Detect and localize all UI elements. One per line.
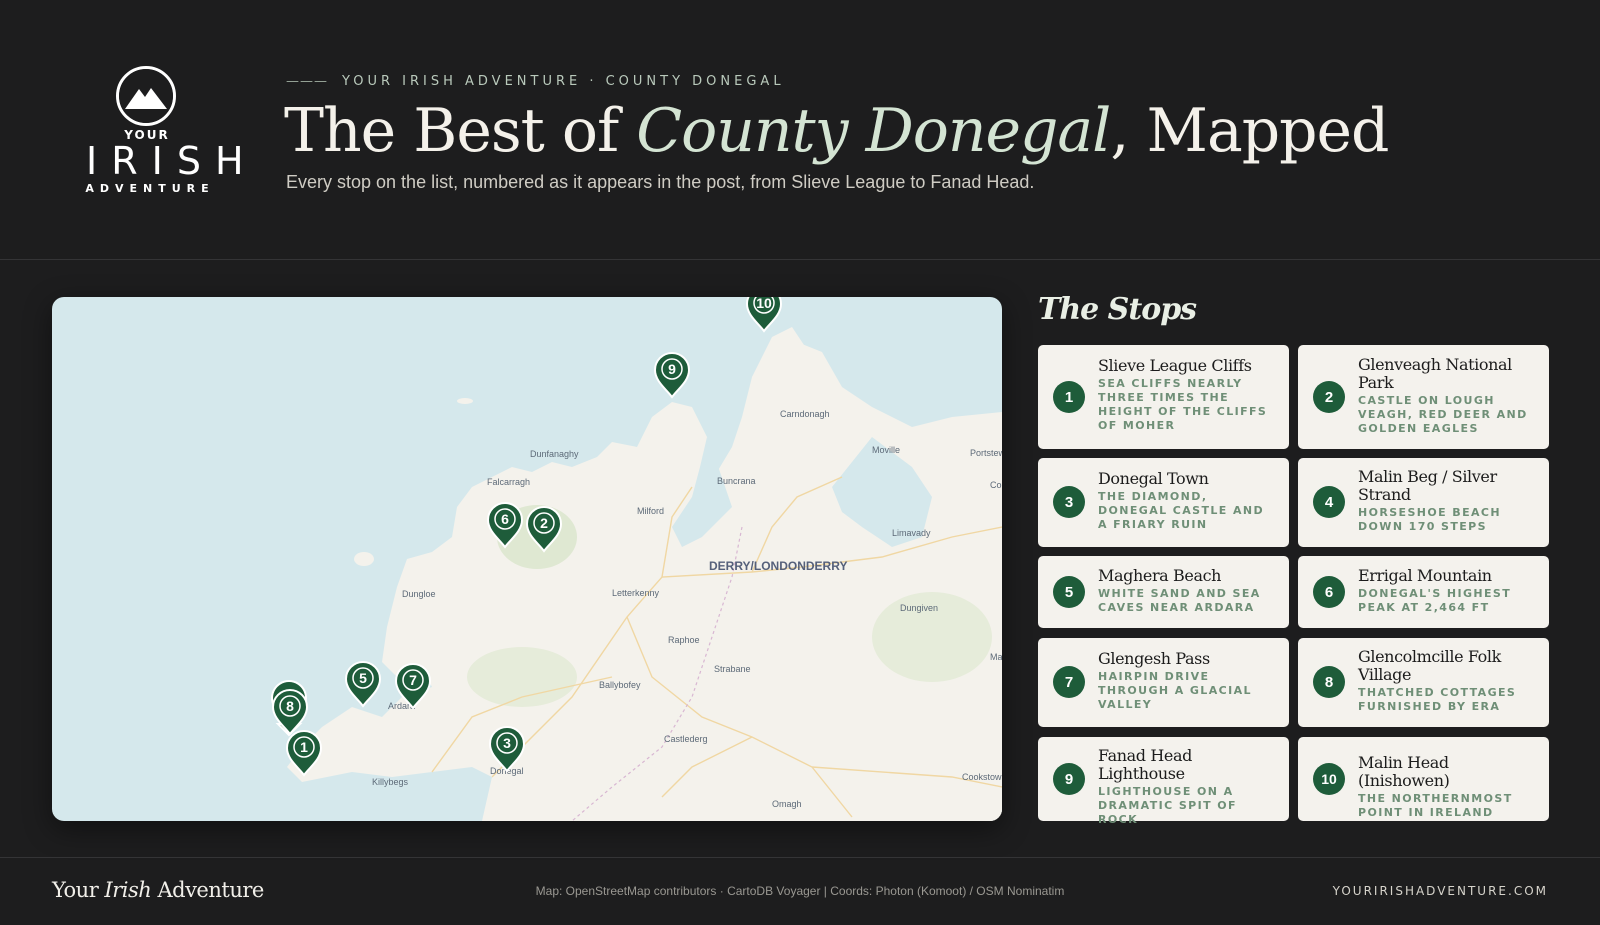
title-emphasis: County Donegal (636, 96, 1111, 166)
stop-card-6[interactable]: 6 Errigal Mountain Donegal's highest pea… (1298, 556, 1549, 628)
stop-number-badge: 8 (1313, 666, 1345, 698)
stop-name: Glengesh Pass (1098, 649, 1210, 668)
stop-number-badge: 4 (1313, 486, 1345, 518)
stop-card-10[interactable]: 10 Malin Head (Inishowen) The northernmo… (1298, 737, 1549, 821)
island-tory (457, 398, 473, 404)
park-bluestacks (467, 647, 577, 707)
stop-name: Malin Beg / Silver Strand (1358, 467, 1497, 504)
place-label: Falcarragh (487, 477, 530, 487)
place-label: Portstew (970, 448, 1002, 458)
map-panel[interactable]: Carndonagh Moville Portstew Col Dunfanag… (52, 297, 1002, 821)
eyebrow-rule: ——— (286, 74, 328, 89)
place-label: Buncrana (717, 476, 756, 486)
stop-name: Malin Head (Inishowen) (1358, 753, 1450, 790)
place-label: Raphoe (668, 635, 700, 645)
map-canvas[interactable]: Carndonagh Moville Portstew Col Dunfanag… (52, 297, 1002, 821)
place-label: Dungiven (900, 603, 938, 613)
place-label: Col (990, 480, 1002, 490)
logo-line-adventure: ADVENTURE (85, 182, 215, 195)
eyebrow: ——— YOUR IRISH ADVENTURE · COUNTY DONEGAL (286, 74, 785, 89)
stop-card-5[interactable]: 5 Maghera Beach White sand and sea caves… (1038, 556, 1289, 628)
stop-number-badge: 10 (1313, 763, 1345, 795)
place-label: Carndonagh (780, 409, 830, 419)
stop-name: Glencolmcille Folk Village (1358, 647, 1501, 684)
stop-card-1[interactable]: 1 Slieve League Cliffs Sea cliffs nearly… (1038, 345, 1289, 449)
map-pin-9[interactable]: 9 (653, 352, 691, 399)
stop-number-badge: 9 (1053, 763, 1085, 795)
stop-name: Donegal Town (1098, 469, 1209, 488)
place-label: Letterkenny (612, 588, 660, 598)
map-pin-label: 6 (501, 511, 509, 527)
place-label: Dunfanaghy (530, 449, 579, 459)
map-pin-label: 1 (300, 739, 308, 755)
brand-logo[interactable]: YOUR IRISH ADVENTURE (72, 66, 258, 196)
stop-number-badge: 3 (1053, 486, 1085, 518)
stop-name: Fanad Head Lighthouse (1098, 746, 1192, 783)
map-pin-label: 2 (540, 515, 548, 531)
place-label: Milford (637, 506, 664, 516)
stop-number-badge: 1 (1053, 381, 1085, 413)
place-label: Strabane (714, 664, 751, 674)
stop-card-7[interactable]: 7 Glengesh Pass Hairpin drive through a … (1038, 638, 1289, 727)
stop-number-badge: 7 (1053, 666, 1085, 698)
stop-description: Sea cliffs nearly three times the height… (1098, 377, 1268, 432)
place-label: Limavady (892, 528, 931, 538)
map-pin-5[interactable]: 5 (344, 661, 382, 708)
stop-name: Errigal Mountain (1358, 566, 1492, 585)
place-label: Cookstow (962, 772, 1002, 782)
mountain-icon (116, 66, 176, 126)
page-footer: Your Irish Adventure Map: OpenStreetMap … (0, 857, 1600, 925)
place-label: Dungloe (402, 589, 436, 599)
stop-card-3[interactable]: 3 Donegal Town The Diamond, Donegal Cast… (1038, 458, 1289, 547)
stop-card-8[interactable]: 8 Glencolmcille Folk Village Thatched co… (1298, 638, 1549, 727)
place-label: Castlederg (664, 734, 708, 744)
place-label: Moville (872, 445, 900, 455)
place-label: Omagh (772, 799, 802, 809)
map-pin-label: 8 (286, 698, 294, 714)
stop-number-badge: 2 (1313, 381, 1345, 413)
stop-description: Horseshoe beach down 170 steps (1358, 506, 1501, 533)
island-arranmore (354, 552, 374, 566)
site-url-link[interactable]: YOURIRISHADVENTURE.COM (1333, 884, 1548, 898)
place-label-city: DERRY/LONDONDERRY (709, 559, 847, 573)
stop-description: Castle on Lough Veagh, red deer and gold… (1358, 394, 1528, 435)
page-header: YOUR IRISH ADVENTURE ——— YOUR IRISH ADVEN… (0, 0, 1600, 260)
stop-number-badge: 5 (1053, 576, 1085, 608)
map-pin-label: 5 (359, 670, 367, 686)
island-small (424, 573, 436, 581)
map-pin-label: 9 (668, 361, 676, 377)
stop-description: Lighthouse on a dramatic spit of rock (1098, 785, 1237, 826)
stop-description: Hairpin drive through a glacial valley (1098, 670, 1252, 711)
map-pin-8[interactable]: 8 (271, 689, 309, 736)
stop-card-9[interactable]: 9 Fanad Head Lighthouse Lighthouse on a … (1038, 737, 1289, 826)
stop-description: Thatched cottages furnished by era (1358, 686, 1517, 713)
place-label: Ma (990, 652, 1002, 662)
map-pin-label: 3 (503, 735, 511, 751)
logo-line-irish: IRISH (86, 139, 258, 183)
title-post: , Mapped (1110, 96, 1389, 166)
stop-description: Donegal's highest peak at 2,464 ft (1358, 587, 1512, 614)
stops-heading: The Stops (1038, 292, 1197, 327)
stop-name: Maghera Beach (1098, 566, 1222, 585)
stop-number-badge: 6 (1313, 576, 1345, 608)
map-pin-label: 7 (409, 672, 417, 688)
stop-description: The northernmost point in Ireland (1358, 792, 1513, 819)
place-label: Ballybofey (599, 680, 641, 690)
title-pre: The Best of (284, 96, 637, 166)
stop-card-4[interactable]: 4 Malin Beg / Silver Strand Horseshoe be… (1298, 458, 1549, 547)
stop-description: White sand and sea caves near Ardara (1098, 587, 1261, 614)
map-pin-10[interactable]: 10 (745, 297, 783, 333)
place-label: Killybegs (372, 777, 409, 787)
page-title: The Best of County Donegal, Mapped (284, 96, 1389, 166)
eyebrow-text: YOUR IRISH ADVENTURE · COUNTY DONEGAL (342, 74, 785, 89)
map-pin-label: 10 (756, 297, 772, 311)
stop-description: The Diamond, Donegal Castle and a friary… (1098, 490, 1264, 531)
stop-name: Slieve League Cliffs (1098, 356, 1252, 375)
stop-name: Glenveagh National Park (1358, 355, 1512, 392)
page-subtitle: Every stop on the list, numbered as it a… (286, 172, 1035, 192)
stop-card-2[interactable]: 2 Glenveagh National Park Castle on Loug… (1298, 345, 1549, 449)
